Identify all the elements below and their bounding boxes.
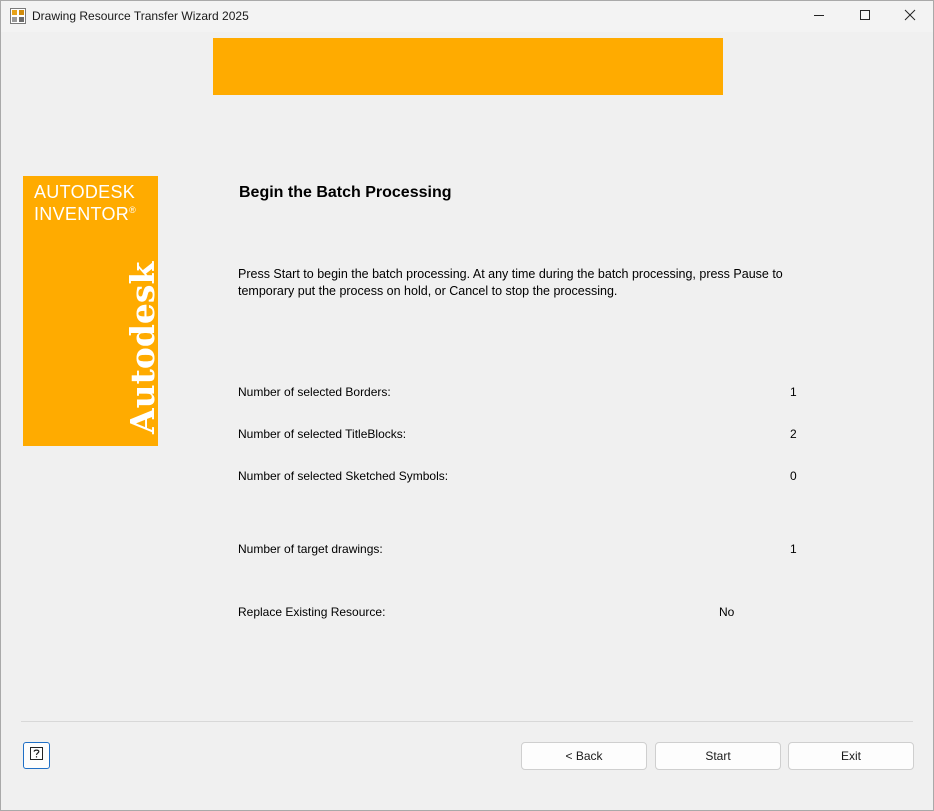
app-icon	[10, 8, 26, 24]
page-heading: Begin the Batch Processing	[239, 184, 452, 201]
back-button[interactable]: < Back	[521, 742, 647, 770]
title-bar: Drawing Resource Transfer Wizard 2025	[1, 1, 933, 32]
close-button[interactable]	[887, 1, 933, 32]
brand-line-inventor: INVENTOR®	[34, 204, 137, 224]
replace-existing-value: No	[719, 605, 735, 619]
footer-divider	[21, 721, 913, 722]
replace-existing-label: Replace Existing Resource:	[238, 605, 386, 619]
help-button[interactable]	[23, 742, 50, 769]
maximize-button[interactable]	[842, 1, 888, 32]
brand-panel: AUTODESK INVENTOR® Autodesk	[23, 176, 162, 446]
maximize-icon	[859, 8, 871, 26]
intro-text: Press Start to begin the batch processin…	[238, 267, 783, 298]
close-icon	[904, 8, 916, 26]
target-drawings-count-value: 1	[790, 542, 797, 556]
help-icon	[29, 746, 44, 766]
titleblocks-count-value: 2	[790, 427, 797, 441]
borders-count-value: 1	[790, 385, 797, 399]
brand-line-autodesk: AUTODESK	[34, 182, 136, 202]
titleblocks-count-label: Number of selected TitleBlocks:	[238, 427, 407, 441]
minimize-icon	[813, 8, 825, 26]
borders-count-label: Number of selected Borders:	[238, 385, 391, 399]
autodesk-logo: Autodesk	[123, 261, 162, 434]
wizard-window: Drawing Resource Transfer Wizard 2025 AU…	[0, 0, 934, 811]
sketched-symbols-count-label: Number of selected Sketched Symbols:	[238, 469, 449, 483]
window-title: Drawing Resource Transfer Wizard 2025	[32, 9, 249, 23]
exit-button[interactable]: Exit	[788, 742, 914, 770]
sketched-symbols-count-value: 0	[790, 469, 797, 483]
start-button[interactable]: Start	[655, 742, 781, 770]
minimize-button[interactable]	[796, 1, 842, 32]
target-drawings-count-label: Number of target drawings:	[238, 542, 383, 556]
header-banner	[213, 38, 723, 95]
